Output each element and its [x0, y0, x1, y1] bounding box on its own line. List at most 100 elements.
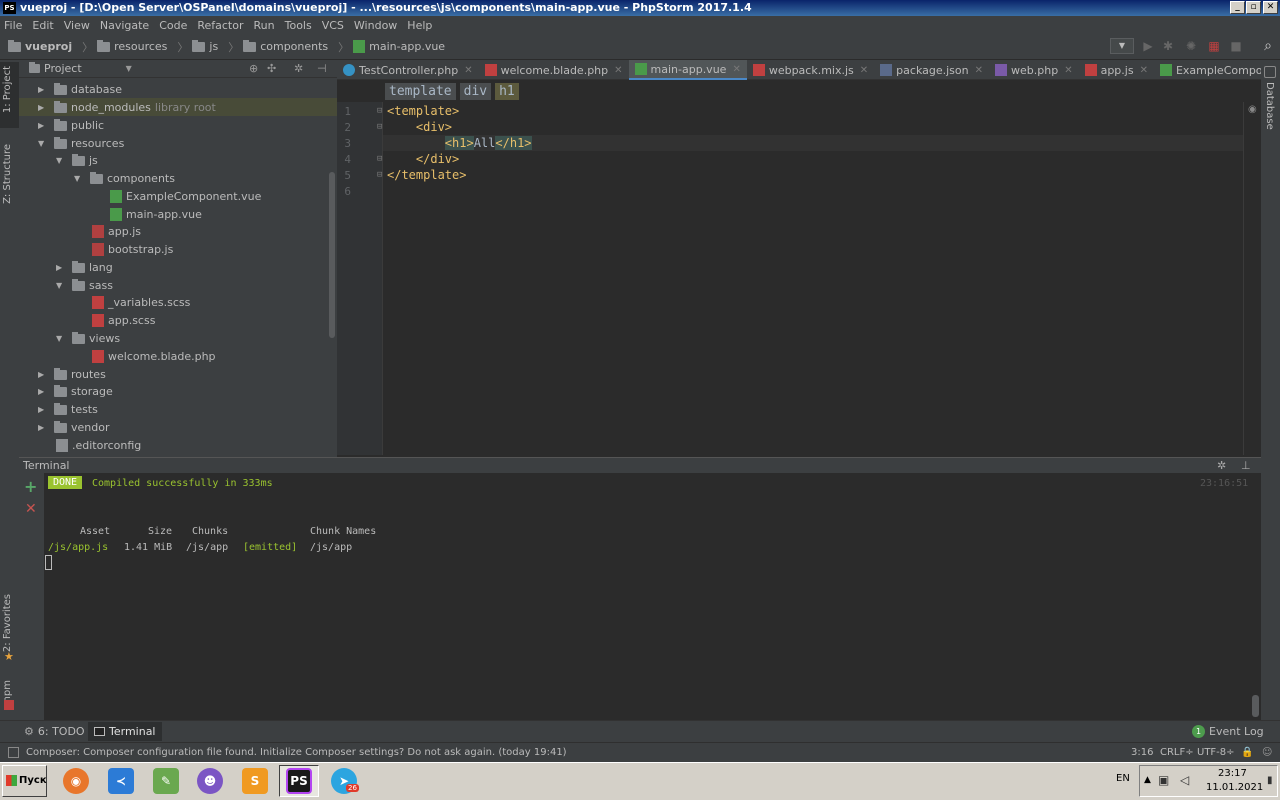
- tab-test-controller[interactable]: TestController.php ✕: [337, 60, 479, 80]
- debug-icon[interactable]: ✱: [1161, 39, 1175, 53]
- tray-expand-icon[interactable]: ▲: [1144, 775, 1151, 785]
- tree-file-example-component[interactable]: ExampleComponent.vue: [110, 188, 261, 205]
- tool-tab-todo[interactable]: ⚙ 6: TODO: [24, 723, 85, 740]
- tree-folder-tests[interactable]: ▶ tests: [38, 401, 98, 418]
- view-mode-dropdown-icon[interactable]: ▼: [126, 64, 132, 73]
- notification-icon[interactable]: ▮: [1267, 775, 1273, 786]
- taskbar-sublime[interactable]: S: [235, 765, 275, 797]
- breadcrumb-components[interactable]: components: [243, 39, 328, 53]
- expand-arrow-icon[interactable]: ▶: [38, 383, 48, 400]
- maximize-button[interactable]: ▫: [1246, 1, 1261, 14]
- run-icon[interactable]: ▶: [1141, 39, 1155, 53]
- close-tab-icon[interactable]: ✕: [732, 64, 740, 75]
- menu-file[interactable]: File: [4, 19, 22, 32]
- expand-arrow-icon[interactable]: ▶: [56, 259, 66, 276]
- tab-main-app[interactable]: main-app.vue ✕: [628, 60, 747, 80]
- tree-folder-routes[interactable]: ▶ routes: [38, 366, 106, 383]
- eye-icon[interactable]: ◉: [1248, 104, 1257, 115]
- tab-web-php[interactable]: web.php ✕: [989, 60, 1079, 80]
- collapse-arrow-icon[interactable]: ▼: [56, 330, 66, 347]
- tool-tab-database[interactable]: Database: [1264, 82, 1275, 130]
- menu-run[interactable]: Run: [254, 19, 275, 32]
- line-separator[interactable]: CRLF÷: [1160, 743, 1194, 762]
- terminal-scrollbar[interactable]: [1250, 473, 1261, 720]
- tree-file-app-js[interactable]: app.js: [92, 223, 141, 240]
- menu-vcs[interactable]: VCS: [322, 19, 344, 32]
- clock-time[interactable]: 23:17: [1218, 768, 1247, 779]
- expand-arrow-icon[interactable]: ▶: [38, 117, 48, 134]
- close-tab-icon[interactable]: ✕: [614, 65, 622, 76]
- tab-welcome-blade[interactable]: welcome.blade.php ✕: [479, 60, 629, 80]
- tree-folder-js[interactable]: ▼ js: [56, 152, 98, 169]
- hide-panel-icon[interactable]: ⊣: [317, 62, 327, 75]
- breadcrumb-js[interactable]: js: [192, 39, 218, 53]
- collapse-arrow-icon[interactable]: ▼: [56, 152, 66, 169]
- close-tab-icon[interactable]: ✕: [975, 65, 983, 76]
- menu-navigate[interactable]: Navigate: [100, 19, 149, 32]
- hide-panel-icon[interactable]: ⊥: [1241, 458, 1251, 473]
- menu-view[interactable]: View: [64, 19, 90, 32]
- expand-arrow-icon[interactable]: ▶: [38, 401, 48, 418]
- tool-tab-terminal[interactable]: Terminal: [88, 722, 162, 741]
- tree-folder-lang[interactable]: ▶ lang: [56, 259, 113, 276]
- tab-app-js[interactable]: app.js ✕: [1079, 60, 1154, 80]
- tool-windows-icon[interactable]: [8, 747, 19, 758]
- tree-folder-components[interactable]: ▼ components: [74, 170, 175, 187]
- menu-window[interactable]: Window: [354, 19, 397, 32]
- breadcrumb-project[interactable]: vueproj: [8, 39, 72, 53]
- tab-package-json[interactable]: package.json ✕: [874, 60, 989, 80]
- tree-folder-sass[interactable]: ▼ sass: [56, 277, 113, 294]
- menu-help[interactable]: Help: [407, 19, 432, 32]
- tree-file-main-app[interactable]: main-app.vue: [110, 206, 202, 223]
- terminal-scroll-thumb[interactable]: [1252, 695, 1259, 717]
- editor-crumb-template[interactable]: template: [385, 82, 456, 100]
- collapse-arrow-icon[interactable]: ▼: [38, 135, 48, 152]
- volume-icon[interactable]: ◁: [1180, 773, 1189, 787]
- tree-file-variables-scss[interactable]: _variables.scss: [92, 294, 190, 311]
- stop-icon[interactable]: ■: [1229, 39, 1243, 53]
- taskbar-telegram[interactable]: ➤ 26: [324, 765, 364, 797]
- tree-folder-database[interactable]: ▶ database: [38, 81, 122, 98]
- fold-icon[interactable]: ⊟: [377, 122, 382, 132]
- breadcrumb-file[interactable]: main-app.vue: [353, 40, 445, 53]
- inspector-icon[interactable]: ☺: [1262, 743, 1272, 762]
- new-session-icon[interactable]: +: [24, 477, 37, 496]
- tab-webpack-mix[interactable]: webpack.mix.js ✕: [747, 60, 874, 80]
- taskbar-phpstorm[interactable]: PS: [279, 765, 319, 797]
- status-message[interactable]: Composer: Composer configuration file fo…: [26, 743, 567, 762]
- close-button[interactable]: ✕: [1263, 1, 1278, 14]
- tree-file-bootstrap-js[interactable]: bootstrap.js: [92, 241, 173, 258]
- fold-icon[interactable]: ⊟: [377, 154, 382, 164]
- collapse-icon[interactable]: ✣: [267, 62, 276, 75]
- project-panel-title[interactable]: Project: [44, 62, 82, 75]
- editor-crumb-h1[interactable]: h1: [495, 82, 519, 100]
- code-editor[interactable]: <template> <div> <h1>All</h1> </div> </t…: [383, 102, 1243, 455]
- expand-arrow-icon[interactable]: ▶: [38, 99, 48, 116]
- tool-tab-event-log[interactable]: 1 Event Log: [1192, 723, 1264, 740]
- run-config-dropdown[interactable]: ▼: [1110, 38, 1134, 54]
- tree-folder-storage[interactable]: ▶ storage: [38, 383, 113, 400]
- network-icon[interactable]: ▣: [1158, 773, 1169, 787]
- taskbar-firefox[interactable]: ◉: [56, 765, 96, 797]
- tree-file-welcome-blade[interactable]: welcome.blade.php: [92, 348, 216, 365]
- tool-tab-structure[interactable]: Z: Structure: [2, 144, 13, 204]
- taskbar-github-desktop[interactable]: ☻: [190, 765, 230, 797]
- expand-arrow-icon[interactable]: ▶: [38, 419, 48, 436]
- close-session-icon[interactable]: ✕: [25, 501, 37, 517]
- tree-folder-resources[interactable]: ▼ resources: [38, 135, 124, 152]
- gear-icon[interactable]: ✲: [294, 62, 303, 75]
- menu-tools[interactable]: Tools: [285, 19, 312, 32]
- collapse-arrow-icon[interactable]: ▼: [74, 170, 84, 187]
- tree-folder-vendor[interactable]: ▶ vendor: [38, 419, 109, 436]
- close-tab-icon[interactable]: ✕: [464, 65, 472, 76]
- tree-file-app-scss[interactable]: app.scss: [92, 312, 155, 329]
- tool-tab-favorites[interactable]: 2: Favorites: [2, 594, 13, 652]
- menu-refactor[interactable]: Refactor: [197, 19, 243, 32]
- expand-arrow-icon[interactable]: ▶: [38, 81, 48, 98]
- menu-code[interactable]: Code: [159, 19, 187, 32]
- lock-icon[interactable]: 🔒: [1241, 743, 1253, 762]
- fold-icon[interactable]: ⊟: [377, 106, 382, 116]
- project-scrollbar[interactable]: [329, 172, 335, 338]
- close-tab-icon[interactable]: ✕: [1140, 65, 1148, 76]
- vcs-icon[interactable]: ▦: [1207, 39, 1221, 53]
